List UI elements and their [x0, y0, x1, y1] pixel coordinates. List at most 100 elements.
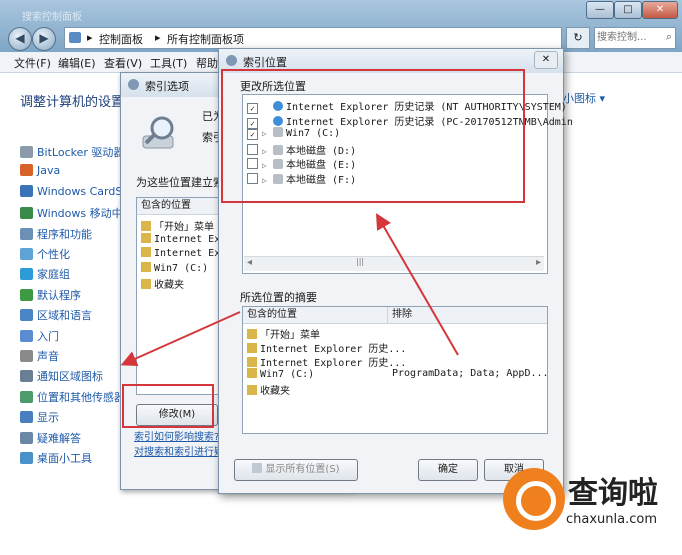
control-panel-item-label: 入门 [37, 329, 59, 343]
control-panel-item[interactable]: 通知区域图标 [20, 368, 103, 386]
control-panel-item-label: 显示 [37, 411, 59, 425]
menu-edit[interactable]: 编辑(E) [58, 55, 96, 71]
control-panel-item[interactable]: 入门 [20, 328, 59, 346]
search-dialog-icon [226, 55, 237, 66]
included-location-label: 「开始」菜单 [154, 222, 214, 233]
search-icon[interactable]: ⌕ [666, 30, 672, 44]
column-header-exclude[interactable]: 排除 [388, 307, 547, 324]
applet-icon [20, 207, 33, 220]
dialog-close-button[interactable]: ✕ [534, 51, 558, 69]
control-panel-item-label: 疑难解答 [37, 431, 81, 445]
applet-icon [20, 431, 33, 444]
control-panel-item-label: 区域和语言 [37, 309, 92, 323]
control-panel-item[interactable]: 默认程序 [20, 287, 81, 305]
control-panel-item-label: 通知区域图标 [37, 370, 103, 384]
column-header-included[interactable]: 包含的位置 [243, 307, 388, 324]
menu-file[interactable]: 文件(F) [14, 55, 51, 71]
refresh-button[interactable]: ↻ [566, 27, 590, 49]
page-title: 调整计算机的设置 [20, 95, 125, 110]
watermark-brand: 查询啦 [568, 476, 658, 511]
close-button[interactable]: ✕ [642, 1, 678, 19]
magnifier-drive-icon [142, 116, 174, 149]
applet-icon [20, 248, 33, 260]
control-panel-item[interactable]: 程序和功能 [20, 226, 92, 244]
location-icon [247, 368, 257, 378]
watermark-logo-icon [503, 468, 565, 530]
control-panel-item-label: 声音 [37, 350, 59, 363]
control-panel-item-label: 家庭组 [37, 268, 70, 282]
scroll-left-arrow[interactable]: ◂ [247, 257, 252, 268]
control-panel-item[interactable]: 显示 [20, 409, 59, 427]
troubleshoot-link[interactable]: 对搜索和索引进行疑 [134, 443, 224, 458]
control-panel-item[interactable]: 区域和语言 [20, 307, 92, 325]
how-indexing-affects-link[interactable]: 索引如何影响搜索? [134, 428, 219, 443]
location-icon [247, 343, 257, 353]
applet-icon [20, 452, 33, 464]
summary-caption: 所选位置的摘要 [240, 291, 317, 304]
show-all-label: 显示所有位置(S) [265, 464, 340, 475]
control-panel-item[interactable]: Java [20, 164, 60, 182]
summary-row-location: Internet Explorer 历史... [247, 340, 406, 355]
summary-row-location: Win7 (C:) [247, 368, 314, 380]
highlight-change-locations [221, 69, 525, 203]
folder-icon [141, 279, 151, 289]
folder-icon [141, 247, 151, 257]
breadcrumb-all-items[interactable]: 所有控制面板项 [167, 31, 244, 47]
included-location-row[interactable]: 「开始」菜单 [141, 218, 214, 233]
applet-icon [20, 329, 33, 342]
control-panel-icon [69, 32, 81, 43]
control-panel-item-label: Java [37, 164, 61, 178]
summary-location-label: 收藏夹 [260, 386, 290, 397]
breadcrumb-control-panel[interactable]: 控制面板 [99, 31, 143, 47]
control-panel-item[interactable]: 声音 [20, 348, 59, 366]
applet-icon [20, 350, 33, 362]
location-icon [247, 357, 257, 367]
summary-row-location: 「开始」菜单 [247, 326, 320, 341]
applet-icon [20, 288, 33, 301]
applet-icon [20, 164, 33, 177]
included-location-label: 收藏夹 [154, 280, 184, 291]
control-panel-item-label: 默认程序 [37, 288, 81, 302]
control-panel-item[interactable]: Windows CardSp [20, 184, 130, 203]
applet-icon [20, 390, 33, 403]
included-location-row[interactable]: 收藏夹 [141, 276, 184, 291]
scroll-thumb[interactable]: ||| [356, 257, 364, 266]
applet-icon [20, 184, 33, 197]
summary-row-location: 收藏夹 [247, 382, 290, 397]
control-panel-item[interactable]: Windows 移动中心 [20, 205, 134, 223]
control-panel-item-label: 位置和其他传感器 [37, 390, 125, 404]
folder-icon [141, 232, 151, 243]
search-dialog-icon [128, 79, 139, 90]
control-panel-item[interactable]: 位置和其他传感器 [20, 389, 125, 407]
selected-locations-summary[interactable]: 包含的位置 排除 「开始」菜单 Internet Explorer 历史... In… [242, 306, 549, 434]
menu-view[interactable]: 查看(V) [104, 55, 142, 71]
control-panel-item[interactable]: 疑难解答 [20, 430, 81, 448]
summary-location-label: Win7 (C:) [260, 369, 315, 380]
control-panel-item[interactable]: 家庭组 [20, 266, 70, 284]
address-bar[interactable]: ▸ 控制面板 ▸ 所有控制面板项 [64, 27, 562, 49]
view-by-dropdown[interactable]: 小图标 ▾ [563, 90, 605, 106]
minimize-button[interactable]: — [586, 1, 614, 19]
included-location-label: Win7 (C:) [154, 262, 209, 274]
scroll-right-arrow[interactable]: ▸ [536, 257, 541, 268]
maximize-button[interactable]: □ [614, 1, 642, 19]
dialog-title: 索引位置 [243, 56, 287, 69]
folder-icon [141, 221, 151, 231]
control-panel-item-label: 程序和功能 [37, 227, 92, 241]
horizontal-scrollbar[interactable]: ◂ ||| ▸ [244, 256, 544, 271]
watermark-url: chaxunla.com [566, 512, 657, 527]
applet-icon [20, 309, 33, 322]
applet-icon [20, 268, 33, 281]
search-input[interactable] [595, 28, 661, 46]
search-box[interactable]: ⌕ [594, 27, 676, 49]
control-panel-item[interactable]: 个性化 [20, 246, 70, 264]
ok-button[interactable]: 确定 [418, 459, 478, 481]
menu-tools[interactable]: 工具(T) [150, 55, 187, 71]
show-all-locations-button[interactable]: 显示所有位置(S) [234, 459, 358, 481]
control-panel-item-label: Windows CardSp [37, 184, 130, 198]
control-panel-item[interactable]: BitLocker 驱动器加 [20, 144, 135, 162]
included-location-row[interactable]: Win7 (C:) [141, 261, 209, 274]
control-panel-item[interactable]: 桌面小工具 [20, 450, 92, 468]
forward-button[interactable]: ▶ [32, 27, 56, 51]
back-button[interactable]: ◀ [8, 27, 32, 51]
